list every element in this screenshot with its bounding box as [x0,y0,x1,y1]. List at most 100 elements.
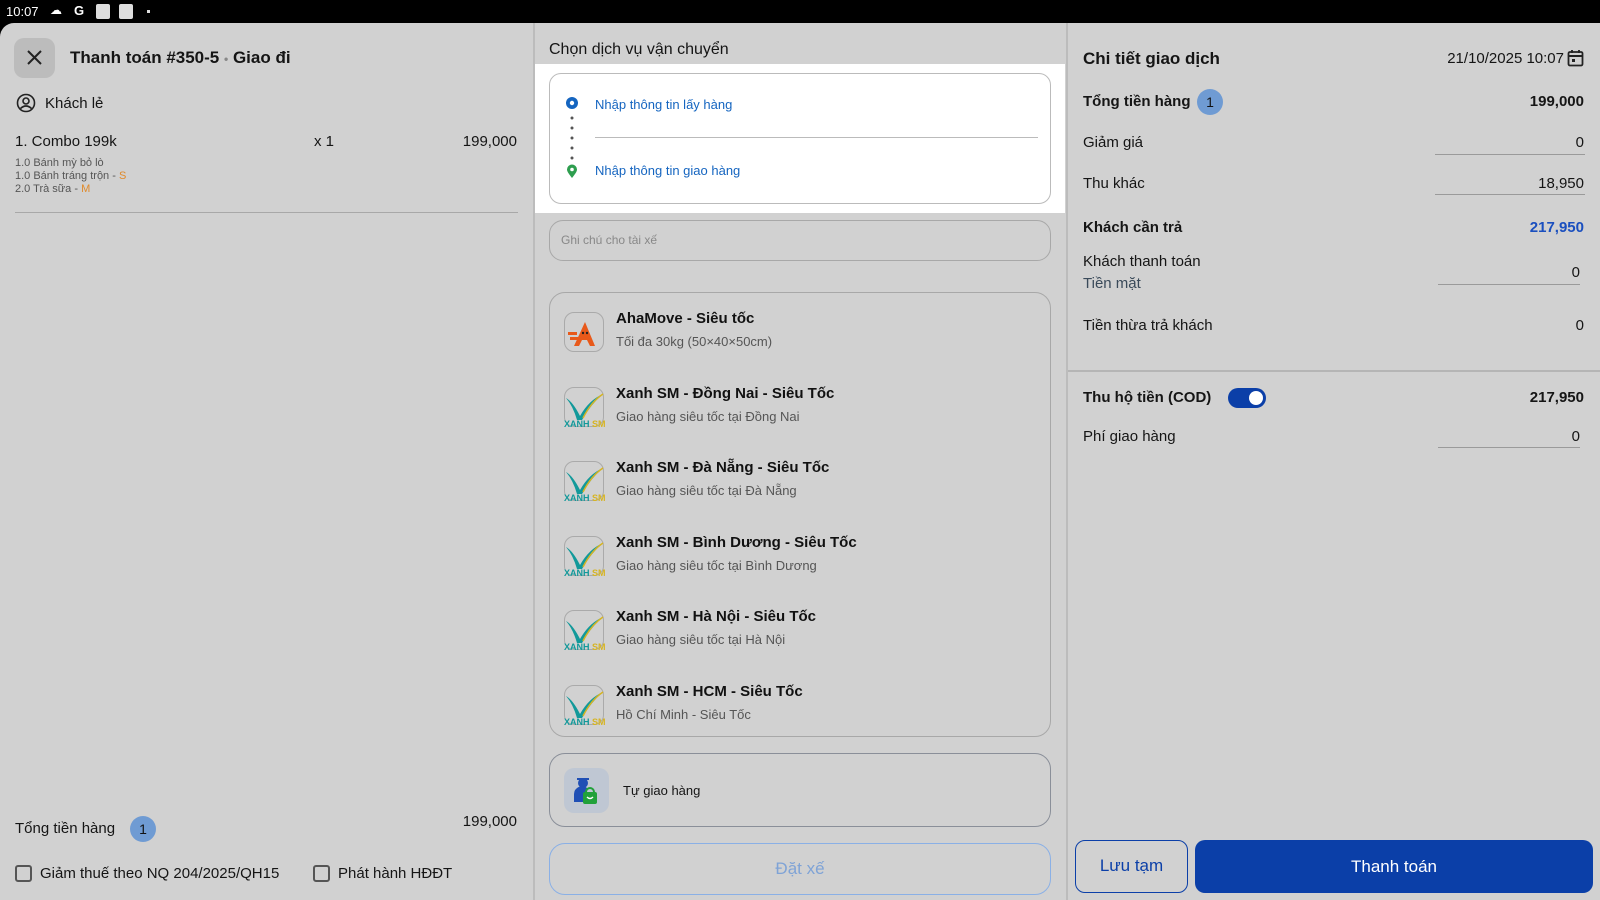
change-label: Tiền thừa trả khách [1083,317,1213,334]
item-count-badge: 1 [130,816,156,842]
svg-text:XANH: XANH [564,717,590,726]
transaction-panel: Chi tiết giao dịch 21/10/2025 10:07 Tổng… [1068,23,1600,900]
close-icon [27,50,42,65]
cod-toggle[interactable] [1228,388,1266,408]
calendar-icon[interactable] [1567,49,1584,67]
svg-text:SM: SM [592,419,606,428]
discount-label: Giảm giá [1083,134,1144,151]
svg-text:SM: SM [592,717,606,726]
shipping-service-option[interactable]: AhaMove - Siêu tốc Tối đa 30kg (50×40×50… [550,310,1050,380]
page-title: Thanh toán #350-5 • Giao đi [70,48,291,67]
svg-text:XANH: XANH [564,493,590,502]
service-title: Xanh SM - Đồng Nai - Siêu Tốc [616,384,835,402]
xanhsm-logo-icon: XANH SM [564,535,606,578]
divider [15,212,518,213]
notification-icon [96,4,110,19]
item-price: 199,000 [462,133,517,150]
tax-reduction-checkbox[interactable]: Giảm thuế theo NQ 204/2025/QH15 [15,865,279,882]
item-option: 1.0 Bánh tráng trộn - S [15,170,127,182]
service-description: Giao hàng siêu tốc tại Đồng Nai [616,408,800,424]
total-label: Tổng tiền hàng [15,820,116,837]
svg-text:XANH: XANH [564,568,590,577]
status-bar: 10:07 ☁ G [0,0,1600,23]
customer-paid-input[interactable]: 0 [1572,264,1580,281]
self-delivery-icon [564,768,609,813]
shipping-fee-input[interactable]: 0 [1572,428,1580,445]
address-highlight: Nhập thông tin lấy hàng Nhập thông tin g… [535,64,1065,213]
toggle-knob [1249,391,1263,405]
shipping-service-option[interactable]: XANH SM Xanh SM - HCM - Siêu Tốc Hồ Chí M… [550,683,1050,753]
amount-due-value: 217,950 [1529,219,1584,236]
service-list: AhaMove - Siêu tốc Tối đa 30kg (50×40×50… [549,292,1051,737]
discount-input[interactable]: 0 [1576,134,1584,151]
input-underline [1435,154,1585,155]
other-fee-input[interactable]: 18,950 [1538,175,1584,192]
svg-text:XANH: XANH [564,642,590,651]
service-description: Giao hàng siêu tốc tại Bình Dương [616,557,817,573]
route-dots [570,116,574,160]
shipping-service-option[interactable]: XANH SM Xanh SM - Đà Nẵng - Siêu Tốc Giao… [550,459,1050,529]
other-fee-label: Thu khác [1083,175,1145,192]
item-name: 1. Combo 199k [15,133,117,150]
self-delivery-label: Tự giao hàng [623,783,701,798]
pay-button[interactable]: Thanh toán [1195,840,1593,893]
e-invoice-checkbox[interactable]: Phát hành HĐĐT [313,865,452,882]
divider [595,137,1038,138]
pickup-dot-icon [566,97,578,109]
ahamove-logo-icon [564,312,604,352]
amount-due-label: Khách cần trả [1083,219,1183,236]
customer-name[interactable]: Khách lẻ [45,95,103,112]
customer-paid-label: Khách thanh toán [1083,253,1201,270]
section-title: Chọn dịch vụ vận chuyển [549,41,729,58]
item-count-badge: 1 [1197,89,1223,115]
payment-method[interactable]: Tiền mặt [1083,275,1141,292]
dropoff-input[interactable]: Nhập thông tin giao hàng [595,163,740,178]
shipping-service-option[interactable]: XANH SM Xanh SM - Bình Dương - Siêu Tốc G… [550,534,1050,604]
change-value: 0 [1575,317,1584,334]
pickup-input[interactable]: Nhập thông tin lấy hàng [595,97,732,112]
checkbox-icon [15,865,32,882]
order-panel: Thanh toán #350-5 • Giao đi Khách lẻ 1. … [0,23,533,900]
service-title: Xanh SM - HCM - Siêu Tốc [616,682,803,700]
item-qty: x 1 [314,133,335,150]
xanhsm-logo-icon: XANH SM [564,461,606,503]
subtotal-value: 199,000 [1529,93,1584,110]
shipping-fee-label: Phí giao hàng [1083,428,1176,445]
xanhsm-logo-icon: XANH SM [564,610,606,652]
svg-text:SM: SM [592,568,606,577]
service-title: Xanh SM - Bình Dương - Siêu Tốc [616,533,857,551]
input-underline [1435,194,1585,195]
cod-value: 217,950 [1529,389,1584,406]
service-description: Hồ Chí Minh - Siêu Tốc [616,706,751,722]
shipping-service-option[interactable]: XANH SM Xanh SM - Đồng Nai - Siêu Tốc Gia… [550,385,1050,455]
address-card: Nhập thông tin lấy hàng Nhập thông tin g… [549,73,1051,204]
subtotal-label: Tổng tiền hàng [1083,93,1191,110]
svg-text:SM: SM [592,493,606,502]
book-driver-button[interactable]: Đặt xế [549,843,1051,895]
service-title: Xanh SM - Đà Nẵng - Siêu Tốc [616,459,830,476]
user-icon [16,93,36,113]
svg-text:XANH: XANH [564,419,590,428]
transaction-datetime[interactable]: 21/10/2025 10:07 [1447,50,1564,67]
save-draft-button[interactable]: Lưu tạm [1075,840,1188,893]
service-title: Xanh SM - Hà Nội - Siêu Tốc [616,608,817,625]
cod-label: Thu hộ tiền (COD) [1083,389,1212,406]
xanhsm-logo-icon: XANH SM [564,684,606,727]
driver-note-input[interactable]: Ghi chú cho tài xế [549,220,1051,261]
xanhsm-logo-icon: XANH SM [564,386,606,429]
shipping-service-option[interactable]: XANH SM Xanh SM - Hà Nội - Siêu Tốc Giao … [550,608,1050,678]
service-description: Tối đa 30kg (50×40×50cm) [616,334,773,349]
input-underline [1438,447,1580,448]
panel-title: Chi tiết giao dịch [1083,49,1220,68]
service-description: Giao hàng siêu tốc tại Hà Nội [616,632,786,647]
notification-icon [119,4,133,19]
self-delivery-option[interactable]: Tự giao hàng [549,753,1051,827]
dot-icon [147,10,150,13]
input-underline [1438,284,1580,285]
checkbox-icon [313,865,330,882]
shipping-panel: Chọn dịch vụ vận chuyển Nhập thông tin l… [535,23,1066,900]
svg-text:SM: SM [592,642,606,651]
close-button[interactable] [14,38,55,78]
item-option: 1.0 Bánh mỳ bỏ lò [15,157,104,169]
google-icon: G [74,3,85,18]
